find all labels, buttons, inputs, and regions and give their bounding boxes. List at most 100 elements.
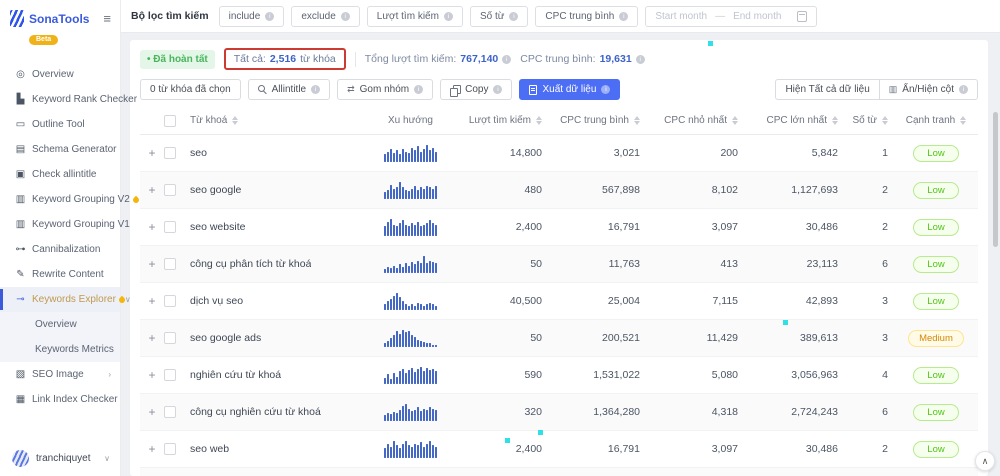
filter-chip-l-t-t-m-ki-m[interactable]: Lượt tìm kiếmi — [367, 6, 463, 27]
filter-chip-s-t-[interactable]: Số từi — [470, 6, 528, 27]
sort-desc-caret — [536, 121, 542, 125]
start-month-placeholder[interactable]: Start month — [655, 11, 707, 22]
spark-bar — [402, 220, 404, 236]
toggle-columns-button[interactable]: ▥ Ẩn/Hiện cột i — [880, 79, 978, 100]
sidebar-item-check-allintitle[interactable]: ▣Check allintitle — [0, 162, 120, 187]
sidebar-item-schema-generator[interactable]: ▤Schema Generator — [0, 137, 120, 162]
column-header-search[interactable]: Lượt tìm kiếm — [458, 115, 548, 126]
user-avatar — [12, 450, 29, 467]
sort-icon[interactable] — [882, 116, 888, 125]
keywords-explorer-icon: ⊸ — [13, 294, 28, 305]
column-header-comp[interactable]: Cạnh tranh — [894, 115, 978, 126]
info-icon[interactable]: i — [636, 55, 645, 64]
sort-icon[interactable] — [832, 116, 838, 125]
sidebar-item-keyword-grouping-v1[interactable]: ▥Keyword Grouping V1 — [0, 212, 120, 237]
selected-keywords-button[interactable]: 0 từ khóa đã chọn — [140, 79, 241, 100]
export-data-button[interactable]: Xuất dữ liệu i — [519, 79, 620, 100]
expand-row-button[interactable]: + — [140, 257, 164, 271]
spark-bar — [390, 219, 392, 236]
column-header-cpc_max[interactable]: CPC lớn nhất — [744, 115, 844, 126]
expand-row-button[interactable]: + — [140, 146, 164, 160]
sidebar-item-outline-tool[interactable]: ▭Outline Tool — [0, 112, 120, 137]
column-header-cpc_min[interactable]: CPC nhỏ nhất — [646, 115, 744, 126]
column-header-words[interactable]: Số từ — [844, 115, 894, 126]
expand-row-button[interactable]: + — [140, 183, 164, 197]
show-all-data-button[interactable]: Hiện Tất cả dữ liệu — [775, 79, 879, 100]
filter-chip-exclude[interactable]: excludei — [291, 6, 359, 27]
expand-row-button[interactable]: + — [140, 405, 164, 419]
keyword-grouping-v2-icon: ▥ — [13, 194, 28, 205]
date-range-picker[interactable]: Start month — End month — [645, 6, 817, 27]
table-row: +nghiên cứu từ khoá5901,531,0225,0803,05… — [140, 357, 978, 394]
sort-icon[interactable] — [960, 116, 966, 125]
chevron-down-icon: ∨ — [125, 295, 131, 304]
spark-bar — [435, 225, 437, 236]
row-checkbox[interactable] — [164, 369, 176, 381]
spark-bar — [423, 342, 425, 347]
sidebar: SonaTools Beta ≡ ◎Overview▙Keyword Rank … — [0, 0, 121, 476]
stats-row: • Đã hoàn tất Tất cả: 2,516 từ khóa Tổng… — [140, 40, 978, 70]
filter-chip-cpc-trung-b-nh[interactable]: CPC trung bìnhi — [535, 6, 638, 27]
sidebar-subitem-overview[interactable]: Overview — [0, 312, 120, 337]
sidebar-item-keywords-explorer[interactable]: ⊸Keywords Explorer∨ — [0, 287, 120, 312]
sidebar-item-rewrite-content[interactable]: ✎Rewrite Content — [0, 262, 120, 287]
column-header-kw[interactable]: Từ khoá — [140, 115, 363, 127]
total-keywords-box[interactable]: Tất cả: 2,516 từ khóa — [224, 48, 346, 70]
trend-cell — [363, 440, 458, 458]
info-icon[interactable]: i — [502, 55, 511, 64]
keyword-text: seo google — [190, 184, 241, 196]
cpc-max-cell: 389,613 — [744, 332, 844, 344]
allintitle-button[interactable]: Allintitle i — [248, 79, 330, 100]
row-checkbox[interactable] — [164, 443, 176, 455]
row-checkbox[interactable] — [164, 184, 176, 196]
spark-bar — [429, 261, 431, 273]
select-all-checkbox[interactable] — [164, 115, 176, 127]
row-checkbox[interactable] — [164, 295, 176, 307]
spark-bar — [396, 413, 398, 421]
sort-icon[interactable] — [536, 116, 542, 125]
sidebar-item-overview[interactable]: ◎Overview — [0, 62, 120, 87]
copy-button[interactable]: Copy i — [440, 79, 512, 100]
sidebar-item-cannibalization[interactable]: ⊶Cannibalization — [0, 237, 120, 262]
sort-icon[interactable] — [232, 116, 238, 125]
back-to-top-button[interactable]: ∧ — [975, 451, 995, 471]
expand-row-button[interactable]: + — [140, 294, 164, 308]
spark-bar — [426, 410, 428, 421]
expand-row-button[interactable]: + — [140, 331, 164, 345]
table-row: +seo14,8003,0212005,8421Low — [140, 135, 978, 172]
vertical-scrollbar[interactable] — [993, 112, 998, 247]
rank-checker-icon: ▙ — [13, 94, 28, 105]
beta-badge: Beta — [29, 35, 58, 45]
sidebar-menu: ◎Overview▙Keyword Rank Checker▭Outline T… — [0, 62, 120, 412]
sidebar-item-label: Link Index Checker — [32, 394, 118, 405]
filter-chip-include[interactable]: includei — [219, 6, 285, 27]
group-keywords-button[interactable]: ⇄ Gom nhóm i — [337, 79, 433, 100]
expand-row-button[interactable]: + — [140, 442, 164, 456]
end-month-placeholder[interactable]: End month — [733, 11, 781, 22]
sidebar-subitem-keywords-metrics[interactable]: Keywords Metrics — [0, 337, 120, 362]
spark-bar — [393, 335, 395, 347]
sidebar-item-keyword-grouping-v2[interactable]: ▥Keyword Grouping V2 — [0, 187, 120, 212]
spark-bar — [417, 445, 419, 458]
expand-row-button[interactable]: + — [140, 220, 164, 234]
column-header-cpc_avg[interactable]: CPC trung bình — [548, 115, 646, 126]
sort-icon[interactable] — [732, 116, 738, 125]
trend-sparkline — [384, 403, 437, 421]
competition-cell: Low — [894, 293, 978, 310]
row-checkbox[interactable] — [164, 221, 176, 233]
sort-icon[interactable] — [634, 116, 640, 125]
spark-bar — [414, 186, 416, 199]
user-menu[interactable]: tranchiquyet ∨ — [0, 450, 120, 467]
expand-row-button[interactable]: + — [140, 368, 164, 382]
row-checkbox[interactable] — [164, 332, 176, 344]
row-checkbox[interactable] — [164, 147, 176, 159]
row-checkbox[interactable] — [164, 406, 176, 418]
sidebar-item-link-index-checker[interactable]: ▦Link Index Checker — [0, 387, 120, 412]
row-checkbox[interactable] — [164, 258, 176, 270]
sidebar-item-keyword-rank-checker[interactable]: ▙Keyword Rank Checker — [0, 87, 120, 112]
hamburger-menu-icon[interactable]: ≡ — [103, 11, 111, 26]
spark-bar — [426, 223, 428, 236]
cpc-min-cell: 413 — [646, 258, 744, 270]
competition-badge: Medium — [908, 330, 964, 347]
sidebar-item-seo-image[interactable]: ▧SEO Image› — [0, 362, 120, 387]
